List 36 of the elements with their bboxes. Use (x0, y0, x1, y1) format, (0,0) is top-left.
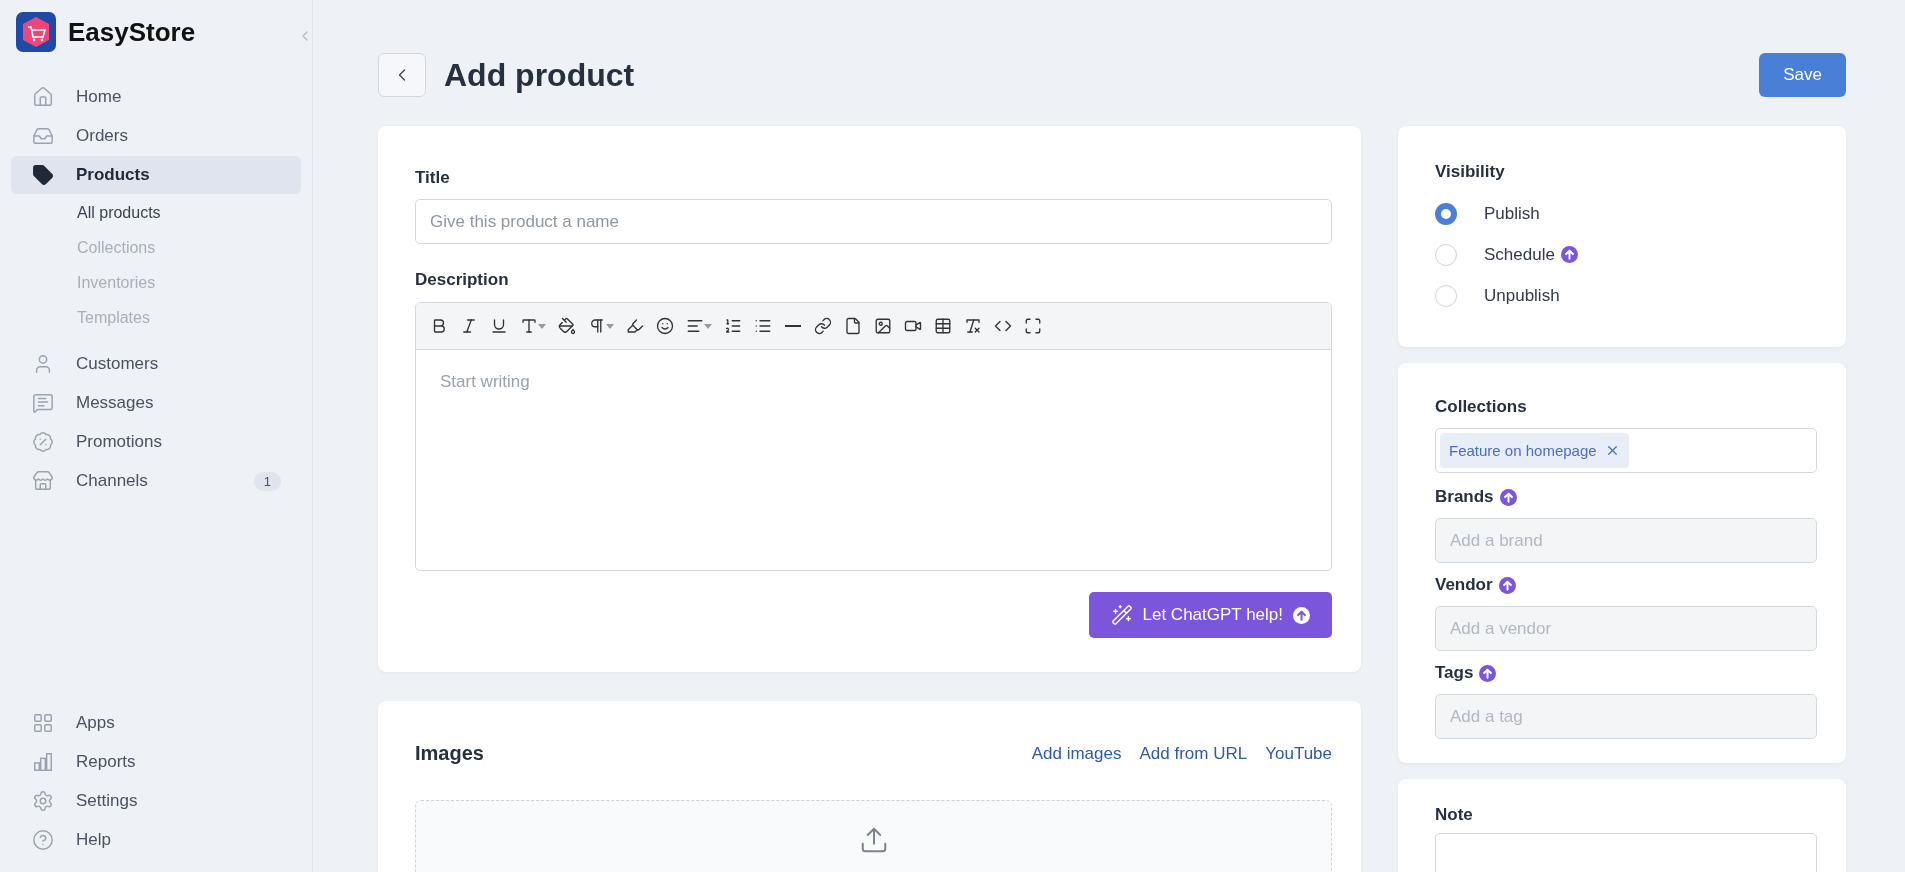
field-label: Brands (1435, 487, 1494, 507)
sidebar-item[interactable]: Settings (11, 782, 301, 820)
sidebar-item[interactable]: Help (11, 821, 301, 859)
sidebar-item[interactable]: Home (11, 78, 301, 116)
section-title: Images (415, 742, 485, 765)
chatgpt-button[interactable]: Let ChatGPT help! (1088, 592, 1332, 638)
images-link[interactable]: Add from URL (1139, 743, 1248, 764)
images-link[interactable]: YouTube (1265, 743, 1332, 764)
sidebar-item[interactable]: Customers (11, 345, 301, 383)
sidebar-item[interactable]: Channels 1 (11, 462, 301, 500)
radio-label: Publish (1484, 203, 1540, 224)
field-label: Collections (1435, 397, 1527, 417)
brand-name: EasyStore (68, 16, 196, 48)
images-link[interactable]: Add images (1031, 743, 1122, 764)
sidebar-item[interactable]: Orders (11, 117, 301, 155)
radio-label: Schedule (1484, 244, 1555, 265)
section-title: Visibility (1435, 162, 1506, 182)
sidebar-item[interactable]: Messages (11, 384, 301, 422)
sidebar-item[interactable]: Reports (11, 743, 301, 781)
section-title: Note (1435, 805, 1474, 825)
count-badge: 1 (253, 471, 281, 491)
sidebar-item[interactable]: Products (11, 156, 301, 194)
page-title: Add product (444, 56, 636, 94)
field-label: Title (415, 168, 450, 188)
sidebar-item[interactable]: Apps (11, 704, 301, 742)
collection-tag: Feature on homepage (1440, 433, 1629, 468)
sidebar-subitem[interactable]: All products (11, 195, 301, 230)
editor-placeholder: Start writing (440, 372, 530, 391)
collections-field[interactable]: Feature on homepage (1435, 428, 1817, 473)
sidebar-item[interactable]: Promotions (11, 423, 301, 461)
save-button[interactable]: Save (1759, 53, 1846, 97)
field-label: Vendor (1435, 575, 1493, 595)
title-input[interactable]: Give this product a name (415, 199, 1332, 244)
radio-label: Unpublish (1484, 285, 1560, 306)
field-label: Description (415, 270, 509, 290)
field-label: Tags (1435, 663, 1474, 683)
